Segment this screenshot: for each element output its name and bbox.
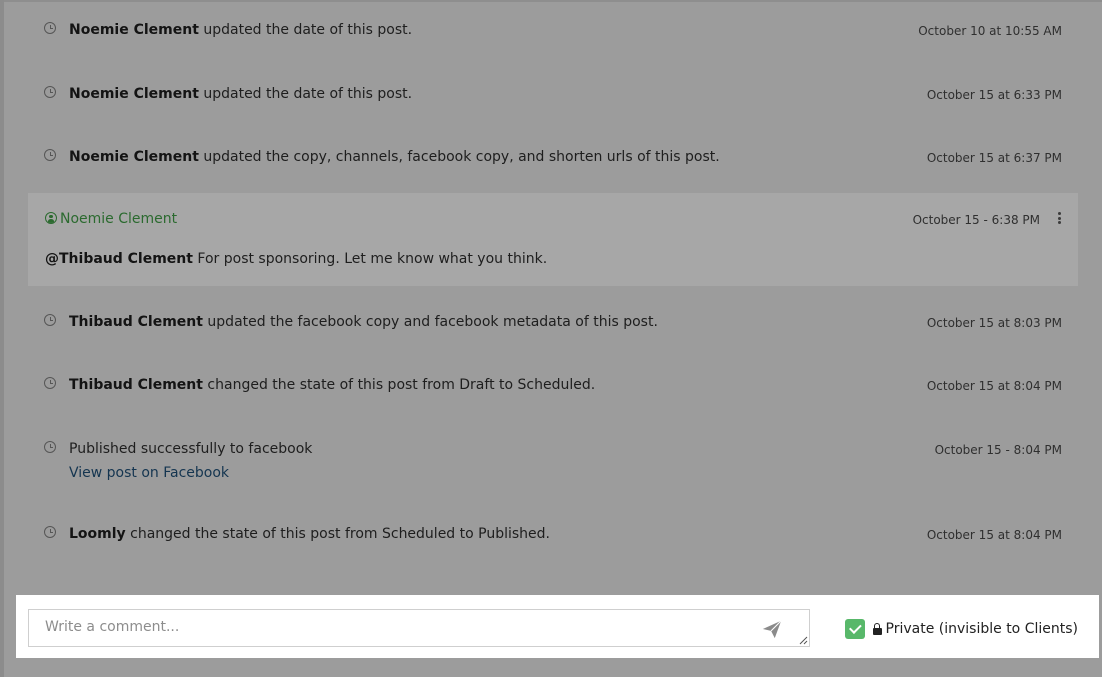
activity-text: Noemie Clement updated the copy, channel… <box>69 148 720 166</box>
activity-time: October 15 at 8:04 PM <box>926 379 1062 393</box>
activity-description: changed the state of this post from Sche… <box>125 526 551 542</box>
left-border <box>0 0 4 677</box>
activity-actor: Noemie Clement <box>69 22 199 38</box>
private-checkbox[interactable] <box>844 619 865 639</box>
publish-row: Published successfully to facebook View … <box>44 440 1062 484</box>
kebab-menu-icon[interactable] <box>1058 212 1062 225</box>
activity-actor: Noemie Clement <box>69 86 199 102</box>
comment-text: For post sponsoring. Let me know what yo… <box>192 251 548 267</box>
activity-time: October 15 at 8:03 PM <box>926 316 1062 330</box>
paper-plane-icon[interactable] <box>761 618 783 640</box>
clock-icon <box>44 377 56 389</box>
activity-time: October 15 at 8:04 PM <box>926 528 1062 542</box>
comment-author[interactable]: Noemie Clement <box>45 210 177 228</box>
view-post-link[interactable]: View post on Facebook <box>69 464 229 482</box>
comment-compose-bar: Private (invisible to Clients) <box>16 595 1099 658</box>
activity-time: October 15 at 6:33 PM <box>926 88 1062 102</box>
clock-icon <box>44 314 56 326</box>
top-border <box>4 0 1102 2</box>
comment-card: Noemie Clement October 15 - 6:38 PM @Thi… <box>28 193 1078 286</box>
comment-time: October 15 - 6:38 PM <box>912 213 1040 227</box>
private-toggle[interactable]: Private (invisible to Clients) <box>844 619 1078 639</box>
clock-icon <box>44 526 56 538</box>
comment-body: @Thibaud Clement For post sponsoring. Le… <box>45 250 547 268</box>
comment-input-wrapper <box>28 609 810 647</box>
clock-icon <box>44 149 56 161</box>
activity-text: Thibaud Clement changed the state of thi… <box>69 376 595 394</box>
activity-description: updated the facebook copy and facebook m… <box>202 314 658 330</box>
comment-mention[interactable]: @Thibaud Clement <box>45 251 193 267</box>
clock-icon <box>44 22 56 34</box>
clock-icon <box>44 441 56 453</box>
publish-text: Published successfully to facebook <box>69 441 313 457</box>
lock-icon <box>872 623 882 635</box>
activity-description: updated the date of this post. <box>198 86 413 102</box>
activity-text: Loomly changed the state of this post fr… <box>69 525 550 543</box>
activity-page: Noemie Clement updated the date of this … <box>0 0 1102 677</box>
activity-description: updated the date of this post. <box>198 22 413 38</box>
user-circle-icon <box>45 212 57 224</box>
comment-author-name: Noemie Clement <box>60 211 178 227</box>
publish-time: October 15 - 8:04 PM <box>934 443 1062 457</box>
activity-time: October 15 at 6:37 PM <box>926 151 1062 165</box>
resize-grip-icon[interactable] <box>799 636 808 645</box>
activity-actor: Loomly <box>69 526 126 542</box>
clock-icon <box>44 86 56 98</box>
comment-input[interactable] <box>29 610 769 646</box>
activity-time: October 10 at 10:55 AM <box>918 24 1062 38</box>
activity-actor: Thibaud Clement <box>69 314 203 330</box>
activity-text: Noemie Clement updated the date of this … <box>69 85 412 103</box>
activity-description: updated the copy, channels, facebook cop… <box>198 149 720 165</box>
activity-actor: Thibaud Clement <box>69 377 203 393</box>
private-label: Private (invisible to Clients) <box>885 621 1078 637</box>
activity-text: Thibaud Clement updated the facebook cop… <box>69 313 658 331</box>
activity-actor: Noemie Clement <box>69 149 199 165</box>
activity-description: changed the state of this post from Draf… <box>202 377 596 393</box>
activity-text: Noemie Clement updated the date of this … <box>69 21 412 39</box>
